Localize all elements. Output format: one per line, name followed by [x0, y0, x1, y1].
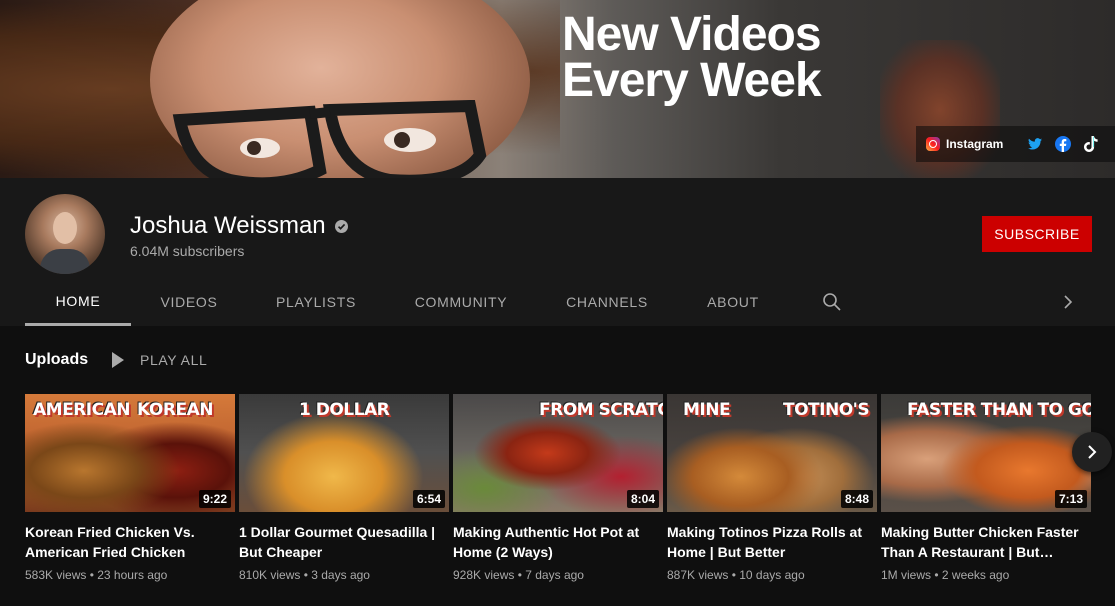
video-age: 2 weeks ago — [941, 568, 1010, 582]
video-duration: 6:54 — [412, 490, 445, 508]
video-title[interactable]: Making Authentic Hot Pot at Home (2 Ways… — [453, 522, 663, 562]
tab-videos[interactable]: VIDEOS — [150, 278, 228, 326]
banner-title: New Videos Every Week — [562, 8, 822, 107]
video-thumbnail[interactable]: FROM SCRATCH 8:04 — [453, 394, 663, 512]
banner-glasses-graphic — [172, 100, 487, 178]
carousel-next-button[interactable] — [1072, 432, 1112, 472]
uploads-heading[interactable]: Uploads — [25, 351, 88, 369]
play-all-button[interactable]: PLAY ALL — [112, 350, 207, 370]
video-card[interactable]: AMERICAN KOREAN 9:22 Korean Fried Chicke… — [25, 394, 235, 582]
video-card[interactable]: FROM SCRATCH 8:04 Making Authentic Hot P… — [453, 394, 663, 582]
thumbnail-text: MINE — [683, 400, 731, 420]
video-duration: 7:13 — [1054, 490, 1087, 508]
video-thumbnail[interactable]: 1 DOLLAR 6:54 — [239, 394, 449, 512]
video-thumbnail[interactable]: MINE TOTINO'S 8:48 — [667, 394, 877, 512]
video-views: 810K views — [239, 568, 301, 582]
video-views: 583K views — [25, 568, 87, 582]
facebook-icon[interactable] — [1055, 136, 1072, 152]
tab-channels[interactable]: CHANNELS — [557, 278, 657, 326]
video-thumbnail[interactable]: AMERICAN KOREAN 9:22 — [25, 394, 235, 512]
channel-name: Joshua Weissman — [130, 212, 326, 239]
channel-header: Joshua Weissman 6.04M subscribers SUBSCR… — [0, 178, 1115, 326]
avatar[interactable] — [25, 194, 105, 274]
subscriber-count: 6.04M subscribers — [130, 243, 245, 259]
instagram-icon[interactable] — [926, 137, 940, 151]
thumbnail-text: KOREAN — [137, 400, 213, 420]
channel-banner: New Videos Every Week Instagram — [0, 0, 1115, 178]
video-title[interactable]: Korean Fried Chicken Vs. American Fried … — [25, 522, 235, 562]
video-views: 1M views — [881, 568, 932, 582]
tab-about[interactable]: ABOUT — [697, 278, 769, 326]
video-duration: 8:48 — [840, 490, 873, 508]
thumbnail-text: FASTER THAN TO GO — [907, 400, 1091, 420]
verified-badge-icon — [335, 220, 348, 233]
chevron-right-icon[interactable] — [1060, 292, 1076, 312]
video-age: 23 hours ago — [97, 568, 168, 582]
video-card[interactable]: FASTER THAN TO GO 7:13 Making Butter Chi… — [881, 394, 1091, 582]
banner-social-links: Instagram — [916, 126, 1115, 162]
video-card[interactable]: 1 DOLLAR 6:54 1 Dollar Gourmet Quesadill… — [239, 394, 449, 582]
avatar-face — [53, 212, 77, 244]
twitter-icon[interactable] — [1027, 136, 1043, 152]
channel-tabs: HOME VIDEOS PLAYLISTS COMMUNITY CHANNELS… — [0, 278, 1115, 326]
video-age: 10 days ago — [739, 568, 805, 582]
video-meta: 1M views • 2 weeks ago — [881, 568, 1010, 582]
instagram-link[interactable]: Instagram — [946, 137, 1003, 151]
play-all-label: PLAY ALL — [140, 352, 208, 368]
search-icon[interactable] — [822, 292, 842, 312]
uploads-section: Uploads PLAY ALL AMERICAN KOREAN 9:22 Ko… — [0, 326, 1115, 606]
chevron-right-icon — [1088, 445, 1097, 459]
video-age: 7 days ago — [525, 568, 584, 582]
tab-home[interactable]: HOME — [25, 278, 131, 326]
thumbnail-text: TOTINO'S — [783, 400, 870, 420]
video-age: 3 days ago — [311, 568, 370, 582]
tab-community[interactable]: COMMUNITY — [405, 278, 517, 326]
video-thumbnail[interactable]: FASTER THAN TO GO 7:13 — [881, 394, 1091, 512]
thumbnail-text: AMERICAN — [33, 400, 130, 420]
video-views: 928K views — [453, 568, 515, 582]
video-duration: 9:22 — [198, 490, 231, 508]
video-meta: 887K views • 10 days ago — [667, 568, 805, 582]
video-duration: 8:04 — [626, 490, 659, 508]
video-views: 887K views — [667, 568, 729, 582]
video-meta: 810K views • 3 days ago — [239, 568, 370, 582]
video-meta: 583K views • 23 hours ago — [25, 568, 168, 582]
tiktok-icon[interactable] — [1083, 136, 1099, 152]
video-title[interactable]: 1 Dollar Gourmet Quesadilla | But Cheape… — [239, 522, 449, 562]
play-icon — [112, 352, 124, 368]
video-title[interactable]: Making Totinos Pizza Rolls at Home | But… — [667, 522, 877, 562]
video-title[interactable]: Making Butter Chicken Faster Than A Rest… — [881, 522, 1091, 562]
video-card[interactable]: MINE TOTINO'S 8:48 Making Totinos Pizza … — [667, 394, 877, 582]
thumbnail-text: 1 DOLLAR — [299, 400, 390, 420]
thumbnail-text: FROM SCRATCH — [539, 400, 663, 420]
tab-playlists[interactable]: PLAYLISTS — [266, 278, 366, 326]
video-meta: 928K views • 7 days ago — [453, 568, 584, 582]
avatar-shirt — [40, 249, 90, 274]
subscribe-button[interactable]: SUBSCRIBE — [982, 216, 1092, 252]
